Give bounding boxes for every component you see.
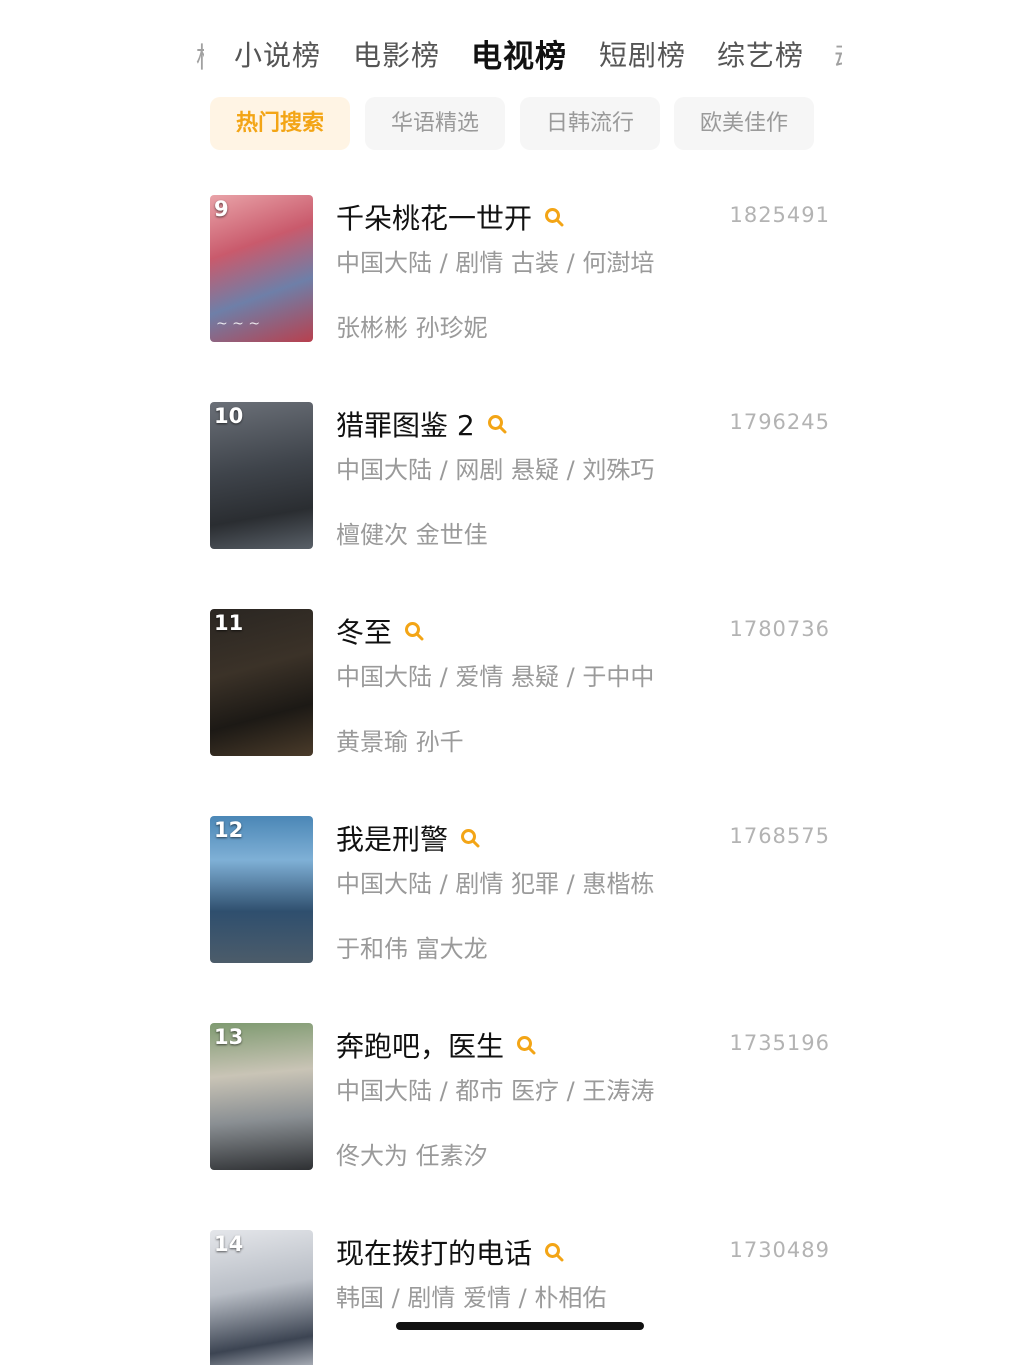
tab-partial-right[interactable]: 动 <box>834 36 842 76</box>
rank-badge: 11 <box>214 611 244 635</box>
chip-western-works[interactable]: 欧美佳作 <box>674 97 814 150</box>
item-cast: 于和伟 富大龙 <box>336 935 488 963</box>
chip-jp-kr-popular[interactable]: 日韩流行 <box>520 97 660 150</box>
tab-short-drama[interactable]: 短剧榜 <box>599 34 686 74</box>
item-meta: 中国大陆 / 剧情 犯罪 / 惠楷栋 <box>336 870 655 898</box>
item-title-text: 千朵桃花一世开 <box>336 202 533 235</box>
poster-image[interactable]: 13 <box>210 1023 313 1170</box>
item-title[interactable]: 奔跑吧，医生 <box>336 1025 536 1065</box>
poster-image[interactable]: 12 <box>210 816 313 963</box>
item-cast: 檀健次 金世佳 <box>336 521 488 549</box>
tab-novel[interactable]: 小说榜 <box>234 34 321 74</box>
poster-image[interactable]: 14 <box>210 1230 313 1365</box>
item-title-text: 我是刑警 <box>336 823 449 856</box>
tab-variety[interactable]: 综艺榜 <box>717 34 804 74</box>
search-count: 1796245 <box>729 410 830 434</box>
search-count: 1825491 <box>729 203 830 227</box>
item-title-text: 现在拨打的电话 <box>336 1237 533 1270</box>
list-item[interactable]: 10 猎罪图鉴 2 1796245 中国大陆 / 网剧 悬疑 / 刘殊巧 檀健次… <box>210 402 850 552</box>
item-meta: 中国大陆 / 都市 医疗 / 王涛涛 <box>336 1077 655 1105</box>
tab-tv[interactable]: 电视榜 <box>471 31 567 76</box>
tv-ranking-page: 榜 小说榜 电影榜 电视榜 短剧榜 综艺榜 动 热门搜索 华语精选 日韩流行 欧… <box>0 0 1024 1365</box>
chip-chinese-picks[interactable]: 华语精选 <box>365 97 505 150</box>
search-icon[interactable] <box>404 621 424 641</box>
poster-caption: ~ ~ ~ <box>216 316 261 332</box>
item-meta: 中国大陆 / 爱情 悬疑 / 于中中 <box>336 663 655 691</box>
item-title-text: 奔跑吧，医生 <box>336 1030 505 1063</box>
search-icon[interactable] <box>544 1242 564 1262</box>
list-item[interactable]: 12 我是刑警 1768575 中国大陆 / 剧情 犯罪 / 惠楷栋 于和伟 富… <box>210 816 850 966</box>
rank-badge: 10 <box>214 404 244 428</box>
item-meta: 中国大陆 / 网剧 悬疑 / 刘殊巧 <box>336 456 655 484</box>
item-cast: 黄景瑜 孙千 <box>336 728 464 756</box>
list-item[interactable]: 13 奔跑吧，医生 1735196 中国大陆 / 都市 医疗 / 王涛涛 佟大为… <box>210 1023 850 1173</box>
search-count: 1730489 <box>729 1238 830 1262</box>
item-title[interactable]: 猎罪图鉴 2 <box>336 404 507 444</box>
search-count: 1780736 <box>729 617 830 641</box>
poster-image[interactable]: 11 <box>210 609 313 756</box>
item-title[interactable]: 我是刑警 <box>336 818 480 858</box>
item-title[interactable]: 千朵桃花一世开 <box>336 197 564 237</box>
item-title-text: 猎罪图鉴 2 <box>336 409 475 442</box>
item-cast: 佟大为 任素汐 <box>336 1142 488 1170</box>
category-tabs: 榜 小说榜 电影榜 电视榜 短剧榜 综艺榜 动 <box>196 28 846 78</box>
search-icon[interactable] <box>544 207 564 227</box>
search-count: 1768575 <box>729 824 830 848</box>
list-item[interactable]: 9 ~ ~ ~ 千朵桃花一世开 1825491 中国大陆 / 剧情 古装 / 何… <box>210 195 850 345</box>
tab-movie[interactable]: 电影榜 <box>353 34 440 74</box>
poster-image[interactable]: 9 ~ ~ ~ <box>210 195 313 342</box>
item-title[interactable]: 冬至 <box>336 611 424 651</box>
chip-hot-search[interactable]: 热门搜索 <box>210 97 350 150</box>
tab-partial-left[interactable]: 榜 <box>196 36 204 76</box>
rank-badge: 14 <box>214 1232 244 1256</box>
rank-badge: 9 <box>214 197 229 221</box>
item-title-text: 冬至 <box>336 616 393 649</box>
rank-badge: 13 <box>214 1025 244 1049</box>
list-item[interactable]: 11 冬至 1780736 中国大陆 / 爱情 悬疑 / 于中中 黄景瑜 孙千 <box>210 609 850 759</box>
search-icon[interactable] <box>487 414 507 434</box>
item-cast: 张彬彬 孙珍妮 <box>336 314 488 342</box>
home-indicator[interactable] <box>396 1322 644 1330</box>
item-meta: 中国大陆 / 剧情 古装 / 何澍培 <box>336 249 655 277</box>
search-icon[interactable] <box>516 1035 536 1055</box>
item-title[interactable]: 现在拨打的电话 <box>336 1232 564 1272</box>
poster-image[interactable]: 10 <box>210 402 313 549</box>
search-icon[interactable] <box>460 828 480 848</box>
rank-badge: 12 <box>214 818 244 842</box>
item-meta: 韩国 / 剧情 爱情 / 朴相佑 <box>336 1284 607 1312</box>
list-item[interactable]: 14 现在拨打的电话 1730489 韩国 / 剧情 爱情 / 朴相佑 <box>210 1230 850 1365</box>
search-count: 1735196 <box>729 1031 830 1055</box>
